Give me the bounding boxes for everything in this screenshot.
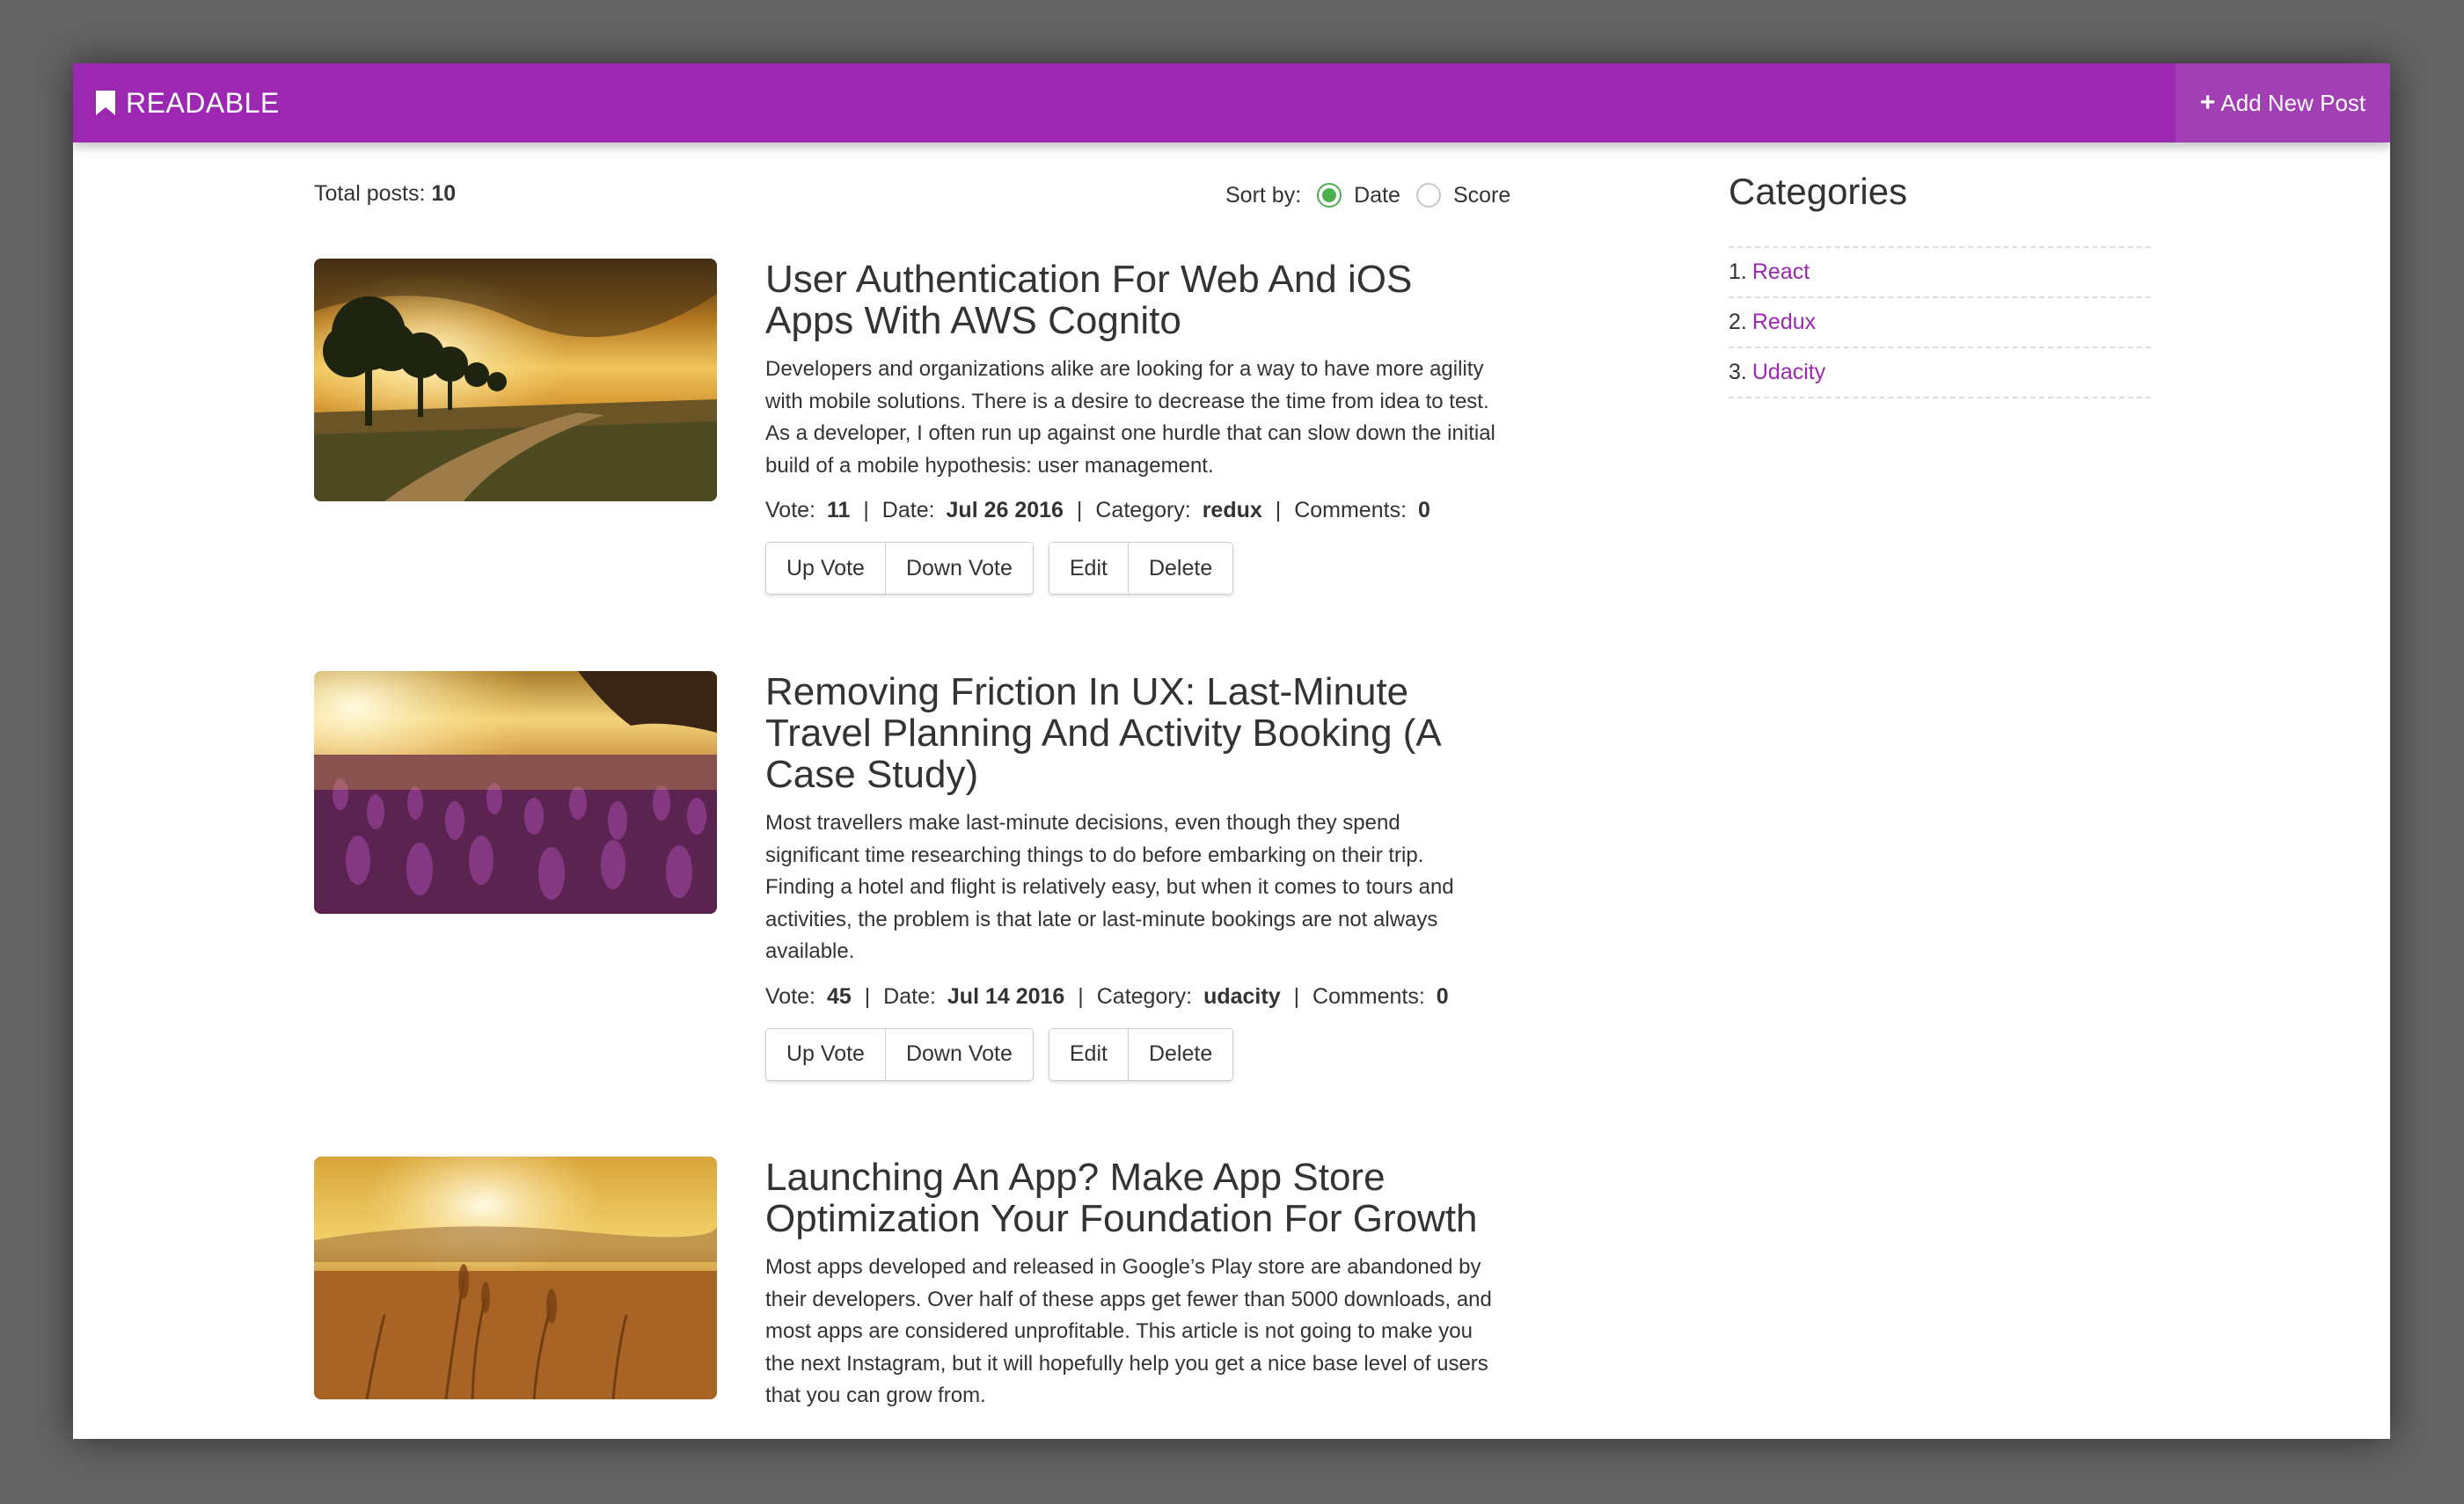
- edit-button-group: Edit Delete: [1048, 1027, 1234, 1081]
- vote-label: Vote:: [765, 983, 815, 1009]
- post-date: Jul 26 2016: [946, 498, 1064, 522]
- down-vote-button[interactable]: Down Vote: [884, 543, 1033, 594]
- total-posts-label: Total posts:: [314, 181, 426, 206]
- category-link-udacity[interactable]: Udacity: [1752, 360, 1825, 385]
- vote-label: Vote:: [765, 498, 815, 522]
- post-body: User Authentication For Web And iOS Apps…: [765, 259, 1495, 595]
- date-label: Date:: [881, 498, 935, 522]
- category-label: Category:: [1096, 983, 1193, 1009]
- up-vote-button[interactable]: Up Vote: [766, 543, 885, 594]
- plus-icon: +: [2199, 88, 2216, 117]
- post-actions: Up Vote Down Vote Edit Delete: [765, 542, 1495, 595]
- post-title[interactable]: User Authentication For Web And iOS Apps…: [765, 259, 1495, 341]
- delete-button[interactable]: Delete: [1127, 1028, 1233, 1080]
- vote-button-group: Up Vote Down Vote: [765, 542, 1034, 595]
- categories-heading: Categories: [1729, 171, 1908, 212]
- sunset-flowers-image: [314, 671, 717, 914]
- category-number: 3.: [1729, 360, 1747, 384]
- up-vote-button[interactable]: Up Vote: [766, 1028, 885, 1080]
- post-image[interactable]: [314, 671, 717, 914]
- comments-count: 0: [1436, 983, 1449, 1009]
- down-vote-button[interactable]: Down Vote: [884, 1028, 1033, 1080]
- post-category: redux: [1202, 498, 1262, 522]
- vote-button-group: Up Vote Down Vote: [765, 1027, 1034, 1081]
- wheat-field-image: [314, 1157, 717, 1399]
- post-title[interactable]: Launching An App? Make App Store Optimiz…: [765, 1157, 1495, 1239]
- sunset-trees-image: [314, 259, 717, 501]
- sort-date-radio[interactable]: [1317, 183, 1342, 208]
- post-meta: Vote: 11 | Date: Jul 26 2016 | Category:…: [765, 498, 1495, 523]
- total-posts: Total posts: 10: [314, 181, 456, 207]
- category-number: 2.: [1729, 310, 1747, 334]
- comments-count: 0: [1417, 498, 1430, 522]
- edit-button-group: Edit Delete: [1048, 542, 1234, 595]
- post-image[interactable]: [314, 1157, 717, 1399]
- comments-label: Comments:: [1312, 983, 1425, 1009]
- post-actions: Up Vote Down Vote Edit Delete: [765, 1027, 1495, 1081]
- post-category: udacity: [1203, 983, 1281, 1009]
- vote-count: 45: [826, 983, 852, 1009]
- post-excerpt: Most travellers make last-minute decisio…: [765, 811, 1454, 963]
- meta-separator: |: [864, 983, 871, 1009]
- navbar: READABLE + Add New Post: [73, 63, 2390, 142]
- sort-control: Sort by: Date Score: [1225, 178, 1526, 213]
- post-date: Jul 14 2016: [947, 983, 1065, 1009]
- category-item-react: 1. React: [1729, 248, 2151, 298]
- app-window: READABLE + Add New Post Total posts: 10 …: [73, 63, 2390, 1439]
- add-new-post-button[interactable]: + Add New Post: [2175, 63, 2390, 142]
- meta-separator: |: [1293, 983, 1300, 1009]
- category-number: 1.: [1729, 259, 1747, 284]
- edit-button[interactable]: Edit: [1049, 543, 1128, 594]
- bookmark-icon: [96, 91, 115, 115]
- meta-separator: |: [1076, 498, 1083, 522]
- total-posts-count: 10: [431, 181, 457, 206]
- post-body: Removing Friction In UX: Last-Minute Tra…: [765, 671, 1495, 1081]
- edit-button[interactable]: Edit: [1049, 1028, 1128, 1080]
- category-link-react[interactable]: React: [1752, 259, 1810, 285]
- category-label: Category:: [1095, 498, 1191, 522]
- sort-date-label[interactable]: Date: [1354, 183, 1400, 208]
- categories-list: 1. React 2. Redux 3. Udacity: [1729, 246, 2151, 398]
- post-title[interactable]: Removing Friction In UX: Last-Minute Tra…: [765, 671, 1495, 795]
- post-excerpt: Most apps developed and released in Goog…: [765, 1255, 1492, 1407]
- comments-label: Comments:: [1294, 498, 1407, 522]
- post-excerpt: Developers and organizations alike are l…: [765, 357, 1495, 478]
- meta-separator: |: [1275, 498, 1282, 522]
- categories-panel: Categories 1. React 2. Redux 3. Udacity: [1729, 171, 2151, 398]
- date-label: Date:: [883, 983, 936, 1009]
- category-link-redux[interactable]: Redux: [1752, 310, 1816, 335]
- category-item-udacity: 3. Udacity: [1729, 348, 2151, 398]
- category-item-redux: 2. Redux: [1729, 298, 2151, 348]
- meta-separator: |: [863, 498, 869, 522]
- delete-button[interactable]: Delete: [1127, 543, 1233, 594]
- sort-score-radio[interactable]: [1415, 183, 1441, 208]
- meta-separator: |: [1078, 983, 1084, 1009]
- vote-count: 11: [826, 498, 851, 522]
- brand[interactable]: READABLE: [96, 63, 280, 142]
- sort-label: Sort by:: [1225, 182, 1302, 208]
- brand-label: READABLE: [126, 86, 280, 119]
- sort-score-label[interactable]: Score: [1453, 183, 1510, 208]
- post-body: Launching An App? Make App Store Optimiz…: [765, 1157, 1495, 1413]
- add-new-post-label: Add New Post: [2220, 89, 2366, 116]
- post-meta: Vote: 45 | Date: Jul 14 2016 | Category:…: [765, 984, 1495, 1010]
- post-image[interactable]: [314, 259, 717, 501]
